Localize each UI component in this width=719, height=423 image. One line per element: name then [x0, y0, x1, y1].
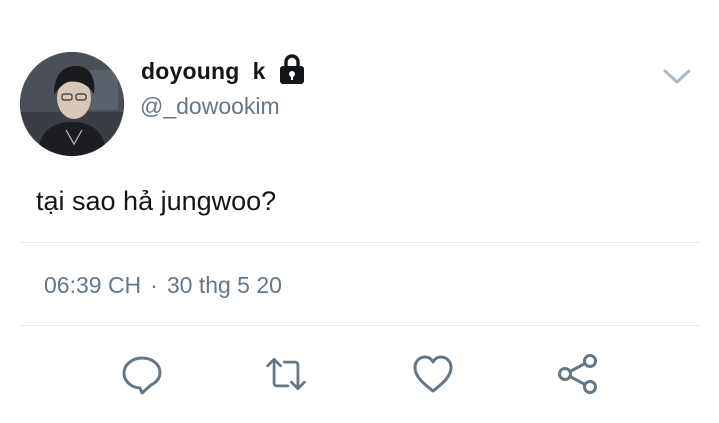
- user-handle[interactable]: @_dowookim: [140, 93, 280, 120]
- heart-icon: [413, 355, 453, 393]
- avatar-image: [20, 52, 124, 156]
- avatar[interactable]: [20, 52, 124, 156]
- retweet-icon: [266, 357, 306, 391]
- divider: [20, 242, 700, 243]
- display-name[interactable]: doyoung k: [141, 58, 266, 85]
- like-button[interactable]: [411, 352, 455, 396]
- reply-button[interactable]: [120, 352, 164, 396]
- share-button[interactable]: [556, 352, 600, 396]
- retweet-button[interactable]: [264, 352, 308, 396]
- tweet-date: 30 thg 5 20: [166, 272, 282, 298]
- tweet-text: tại sao hả jungwoo?: [36, 186, 277, 216]
- meta-separator: ·: [150, 272, 158, 298]
- reply-icon: [122, 356, 162, 395]
- share-icon: [558, 354, 597, 394]
- chevron-down-icon[interactable]: [662, 66, 692, 91]
- lock-icon: [275, 52, 309, 91]
- tweet-timestamp[interactable]: 06:39 CH · 30 thg 5 20: [44, 272, 282, 299]
- tweet-card: doyoung k @_dowookim tại sao hả jungwoo?…: [0, 0, 719, 423]
- divider: [20, 325, 700, 326]
- tweet-time: 06:39 CH: [44, 272, 142, 298]
